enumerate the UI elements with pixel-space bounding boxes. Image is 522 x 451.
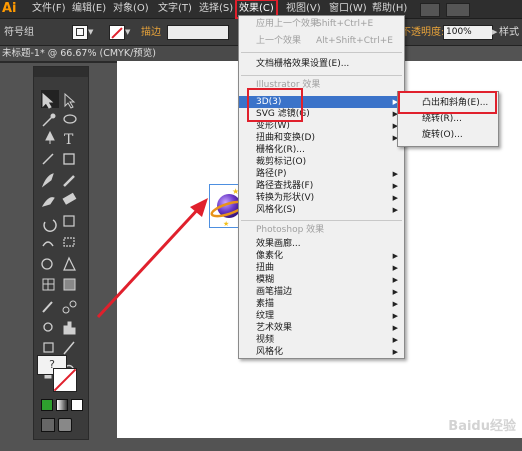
- menu-item-crop-marks[interactable]: 裁剪标记(O): [239, 156, 404, 168]
- screen-mode-icon[interactable]: [58, 418, 72, 432]
- fill-swatch[interactable]: [72, 25, 88, 40]
- menu-item-sketch[interactable]: 素描 ▶: [239, 298, 404, 310]
- selection-type-label: 符号组: [4, 27, 34, 38]
- document-tab-title: 未标题-1* @ 66.67% (CMYK/预览): [2, 48, 156, 59]
- menu-item-raster-settings[interactable]: 文档栅格效果设置(E)...: [239, 58, 404, 70]
- tools-panel-header[interactable]: [34, 67, 88, 77]
- menu-text[interactable]: 文字(T): [158, 0, 192, 18]
- menu-select[interactable]: 选择(S): [199, 0, 233, 18]
- selection-tool-icon: [42, 92, 54, 109]
- arrange-button[interactable]: [446, 3, 470, 17]
- submenu-arrow-icon: ▶: [392, 252, 398, 260]
- menu-item-effect-gallery[interactable]: 效果画廊...: [239, 238, 404, 250]
- menu-item-pathfinder[interactable]: 路径查找器(F) ▶: [239, 180, 404, 192]
- menu-item-revolve[interactable]: 绕转(R)...: [398, 113, 498, 125]
- direct-selection-tool-icon: [64, 92, 76, 109]
- opacity-dropdown-icon[interactable]: ▶: [492, 28, 497, 36]
- submenu-arrow-icon: ▶: [392, 336, 398, 344]
- gradient-mode-icon[interactable]: [56, 399, 68, 411]
- annotation-arrow: [96, 198, 208, 319]
- menu-file[interactable]: 文件(F): [32, 0, 66, 18]
- stroke-weight-field[interactable]: [167, 25, 229, 40]
- draw-mode-icon[interactable]: [41, 418, 55, 432]
- bridge-button[interactable]: [420, 3, 440, 17]
- section-photoshop-effects: Photoshop 效果: [256, 225, 325, 235]
- style-label[interactable]: 样式: [499, 26, 519, 39]
- svg-text:T: T: [64, 132, 74, 148]
- svg-text:★: ★: [223, 220, 229, 228]
- menu-edit[interactable]: 编辑(E): [72, 0, 106, 18]
- submenu-arrow-icon: ▶: [392, 324, 398, 332]
- stroke-swatch[interactable]: [109, 25, 125, 40]
- menu-item-rotate[interactable]: 旋转(O)...: [398, 129, 498, 141]
- menu-item-convert-to-shape[interactable]: 转换为形状(V) ▶: [239, 192, 404, 204]
- submenu-arrow-icon: ▶: [392, 348, 398, 356]
- menu-item-distort-transform[interactable]: 扭曲和变换(D) ▶: [239, 132, 404, 144]
- submenu-arrow-icon: ▶: [392, 264, 398, 272]
- stroke-dropdown-icon[interactable]: ▼: [125, 28, 130, 36]
- fill-dropdown-icon[interactable]: ▼: [88, 28, 93, 36]
- submenu-arrow-icon: ▶: [392, 300, 398, 308]
- color-mode-icon[interactable]: [41, 399, 53, 411]
- menu-item-stylize-ai[interactable]: 风格化(S) ▶: [239, 204, 404, 216]
- menu-item-blur[interactable]: 模糊 ▶: [239, 274, 404, 286]
- menu-item-brush-strokes[interactable]: 画笔描边 ▶: [239, 286, 404, 298]
- stroke-color-icon[interactable]: [53, 368, 77, 392]
- tool-grid: T: [37, 88, 83, 451]
- menu-item-artistic[interactable]: 艺术效果 ▶: [239, 322, 404, 334]
- submenu-arrow-icon: ▶: [392, 312, 398, 320]
- menu-object[interactable]: 对象(O): [113, 0, 149, 18]
- submenu-arrow-icon: ▶: [392, 182, 398, 190]
- none-mode-icon[interactable]: [71, 399, 83, 411]
- watermark: Baidu经验: [448, 419, 516, 434]
- opacity-label[interactable]: 不透明度:: [401, 26, 444, 39]
- menu-item-stylize-ps[interactable]: 风格化 ▶: [239, 346, 404, 358]
- menu-item-path[interactable]: 路径(P) ▶: [239, 168, 404, 180]
- opacity-field[interactable]: 100%: [443, 25, 493, 40]
- menu-item-texture[interactable]: 纹理 ▶: [239, 310, 404, 322]
- annotation-box-extrude: [398, 91, 497, 114]
- submenu-arrow-icon: ▶: [392, 276, 398, 284]
- menu-item-pixelate[interactable]: 像素化 ▶: [239, 250, 404, 262]
- menu-item-apply-last-effect[interactable]: 应用上一个效果 Shift+Ctrl+E: [239, 18, 404, 30]
- submenu-arrow-icon: ▶: [392, 194, 398, 202]
- menu-item-last-effect[interactable]: 上一个效果 Alt+Shift+Ctrl+E: [239, 35, 404, 47]
- effect-menu: 应用上一个效果 Shift+Ctrl+E 上一个效果 Alt+Shift+Ctrl+…: [238, 15, 405, 359]
- menu-item-distort[interactable]: 扭曲 ▶: [239, 262, 404, 274]
- annotation-box-3d: [247, 88, 303, 122]
- stroke-label[interactable]: 描边: [141, 26, 161, 39]
- submenu-arrow-icon: ▶: [392, 288, 398, 296]
- submenu-arrow-icon: ▶: [392, 170, 398, 178]
- app-logo: Ai: [2, 1, 17, 16]
- submenu-arrow-icon: ▶: [392, 206, 398, 214]
- document-tab[interactable]: 未标题-1* @ 66.67% (CMYK/预览): [0, 46, 240, 62]
- menu-item-rasterize[interactable]: 栅格化(R)...: [239, 144, 404, 156]
- menu-item-video[interactable]: 视频 ▶: [239, 334, 404, 346]
